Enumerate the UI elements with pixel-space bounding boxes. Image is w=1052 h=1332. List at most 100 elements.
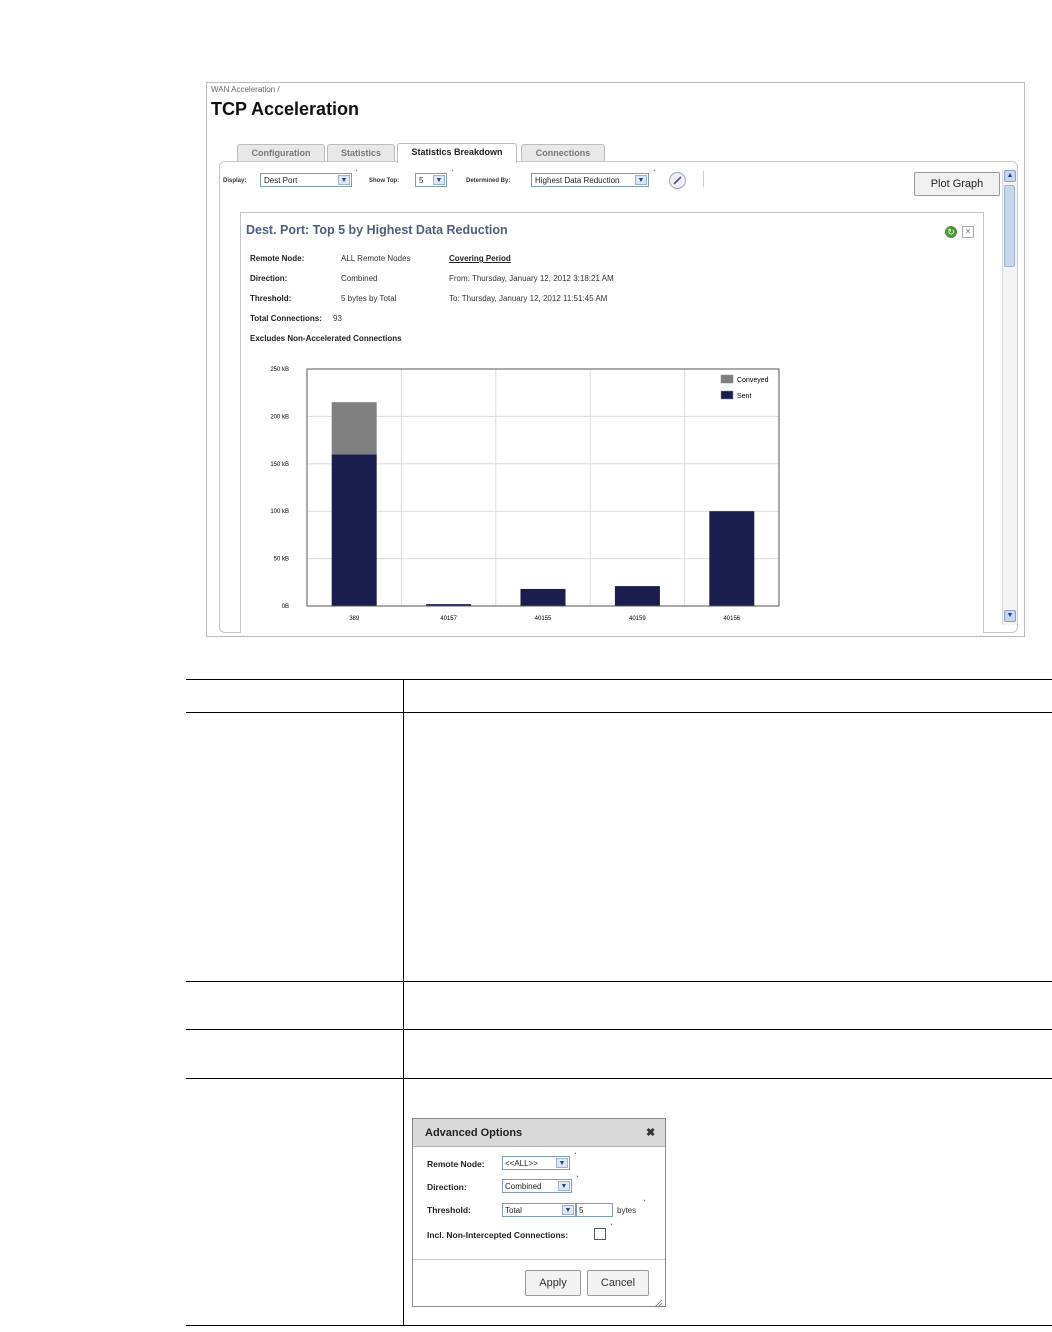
x-tick-label: 389 — [349, 616, 360, 622]
direction-value: Combined — [341, 274, 378, 283]
legend-swatch — [720, 390, 734, 400]
chevron-down-icon: ▼ — [558, 1181, 570, 1191]
help-tick-icon: ˋ — [643, 1199, 646, 1208]
close-icon[interactable]: ✕ — [962, 226, 974, 238]
excludes-note: Excludes Non-Accelerated Connections — [250, 334, 402, 343]
determined-by-select[interactable]: Highest Data Reduction ▼ — [531, 173, 649, 187]
scroll-down-icon[interactable]: ▼ — [1004, 610, 1016, 622]
bar-sent — [520, 588, 566, 606]
period-from: From: Thursday, January 12, 2012 3:18:21… — [449, 274, 614, 283]
report-panel: Dest. Port: Top 5 by Highest Data Reduct… — [240, 212, 984, 633]
show-top-select[interactable]: 5 ▼ — [415, 173, 447, 187]
dialog-header: Advanced Options ✖ — [413, 1119, 665, 1147]
incl-non-intercepted-label: Incl. Non-Intercepted Connections: — [427, 1230, 569, 1240]
page-title: TCP Acceleration — [211, 99, 360, 119]
cancel-button[interactable]: Cancel — [587, 1270, 649, 1296]
show-top-label: Show Top: — [369, 178, 400, 184]
y-tick-label: 150 kB — [270, 462, 289, 468]
help-tick-icon: ˋ — [355, 169, 358, 178]
tab-connections[interactable]: Connections — [521, 144, 605, 162]
chevron-down-icon: ▼ — [635, 175, 647, 185]
y-tick-label: 200 kB — [270, 414, 289, 420]
legend-label: Conveyed — [737, 377, 769, 384]
display-label: Display: — [223, 178, 247, 184]
threshold-unit: bytes — [617, 1206, 637, 1215]
table-rule — [186, 1029, 1052, 1030]
bar-sent — [331, 454, 377, 606]
dialog-title: Advanced Options — [425, 1127, 523, 1139]
advanced-options-dialog: Advanced Options ✖ Remote Node: <<ALL>> … — [412, 1118, 666, 1308]
x-tick-label: 40159 — [629, 616, 646, 622]
remote-node-label: Remote Node: — [427, 1159, 485, 1169]
data-reduction-chart: 0B 50 kB 100 kB 150 kB 200 kB 250 kB 389 40157 4… — [270, 367, 780, 622]
threshold-key: Threshold: — [250, 294, 292, 303]
y-tick-label: 100 kB — [270, 509, 289, 515]
tab-configuration[interactable]: Configuration — [237, 144, 325, 162]
remote-node-select-value: <<ALL>> — [505, 1159, 538, 1168]
report-title: Dest. Port: Top 5 by Highest Data Reduct… — [246, 223, 508, 237]
y-tick-label: 50 kB — [274, 557, 289, 563]
scrollbar-thumb[interactable] — [1004, 185, 1015, 267]
chevron-down-icon: ▼ — [433, 175, 445, 185]
direction-label: Direction: — [427, 1182, 467, 1192]
help-tick-icon: ˋ — [610, 1223, 613, 1232]
plot-graph-button[interactable]: Plot Graph — [914, 172, 1000, 196]
direction-select-value: Combined — [505, 1182, 542, 1191]
help-tick-icon: ˋ — [576, 1175, 579, 1184]
display-select-value: Dest Port — [264, 176, 298, 185]
table-rule — [186, 1078, 1052, 1079]
threshold-label: Threshold: — [427, 1205, 471, 1215]
tcp-acceleration-window: WAN Acceleration / TCP Acceleration Conf… — [206, 82, 1025, 637]
remote-node-key: Remote Node: — [250, 254, 305, 263]
plot-area — [306, 368, 780, 607]
x-tick-label: 40157 — [440, 616, 457, 622]
y-tick-label: 0B — [282, 604, 289, 610]
chevron-down-icon: ▼ — [338, 175, 350, 185]
legend-label: Sent — [737, 393, 751, 400]
tab-statistics[interactable]: Statistics — [327, 144, 395, 162]
threshold-amount-input[interactable]: 5 — [576, 1203, 613, 1217]
bar-sent — [709, 511, 755, 606]
advanced-options-icon[interactable] — [669, 172, 686, 189]
period-to: To: Thursday, January 12, 2012 11:51:45 … — [449, 294, 608, 303]
resize-grip-icon[interactable] — [653, 1295, 663, 1308]
help-tick-icon: ˋ — [574, 1152, 577, 1161]
chevron-down-icon: ▼ — [556, 1158, 568, 1168]
apply-button[interactable]: Apply — [525, 1270, 581, 1296]
table-column-divider — [403, 679, 404, 1326]
display-select[interactable]: Dest Port ▼ — [260, 173, 352, 187]
help-tick-icon: ˋ — [451, 169, 454, 178]
vertical-scrollbar[interactable]: ▲ ▼ — [1002, 169, 1017, 625]
dialog-divider — [413, 1259, 665, 1260]
bar-conveyed — [331, 402, 377, 455]
incl-non-intercepted-checkbox[interactable] — [594, 1228, 606, 1240]
tab-statistics-breakdown[interactable]: Statistics Breakdown — [397, 143, 517, 163]
threshold-type-select[interactable]: Total ▼ — [502, 1203, 576, 1217]
x-tick-label: 40155 — [535, 616, 552, 622]
x-tick-label: 40156 — [723, 616, 740, 622]
table-rule — [186, 981, 1052, 982]
scroll-up-icon[interactable]: ▲ — [1004, 170, 1016, 182]
bar-sent — [614, 586, 660, 606]
determined-by-select-value: Highest Data Reduction — [535, 176, 620, 185]
total-connections-value: 93 — [333, 314, 342, 323]
remote-node-value: ALL Remote Nodes — [341, 254, 411, 263]
total-connections-key: Total Connections: — [250, 314, 322, 323]
threshold-value: 5 bytes by Total — [341, 294, 397, 303]
determined-by-label: Determined By: — [466, 178, 511, 184]
refresh-icon[interactable]: ↻ — [945, 226, 957, 238]
table-rule — [186, 1325, 1052, 1326]
chevron-down-icon: ▼ — [562, 1205, 574, 1215]
remote-node-select[interactable]: <<ALL>> ▼ — [502, 1156, 570, 1170]
covering-period-heading: Covering Period — [449, 254, 511, 263]
legend-swatch — [720, 374, 734, 384]
close-icon[interactable]: ✖ — [646, 1126, 655, 1139]
toolbar-divider — [703, 171, 704, 187]
breadcrumb[interactable]: WAN Acceleration / — [211, 85, 280, 94]
direction-key: Direction: — [250, 274, 288, 283]
direction-select[interactable]: Combined ▼ — [502, 1179, 572, 1193]
show-top-select-value: 5 — [419, 176, 424, 185]
table-rule — [186, 679, 1052, 680]
threshold-type-value: Total — [505, 1206, 522, 1215]
help-tick-icon: ˋ — [653, 169, 656, 178]
